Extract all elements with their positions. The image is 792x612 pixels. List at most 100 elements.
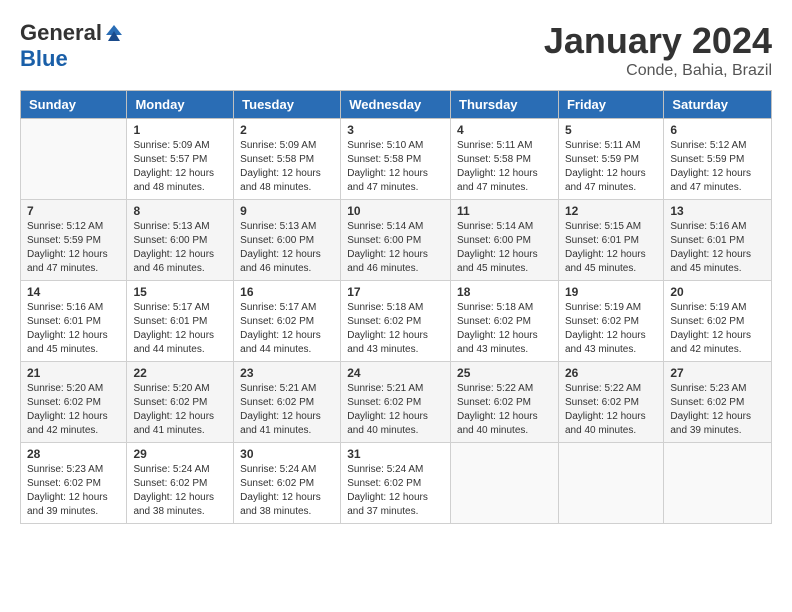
month-title: January 2024 xyxy=(544,20,772,62)
day-info: Sunrise: 5:24 AM Sunset: 6:02 PM Dayligh… xyxy=(347,463,444,519)
calendar-cell: 26 Sunrise: 5:22 AM Sunset: 6:02 PM Dayli… xyxy=(558,362,663,443)
day-info: Sunrise: 5:22 AM Sunset: 6:02 PM Dayligh… xyxy=(565,382,657,438)
day-number: 16 xyxy=(240,285,334,299)
day-info: Sunrise: 5:13 AM Sunset: 6:00 PM Dayligh… xyxy=(133,220,227,276)
day-info: Sunrise: 5:23 AM Sunset: 6:02 PM Dayligh… xyxy=(27,463,120,519)
day-number: 3 xyxy=(347,123,444,137)
calendar-cell: 21 Sunrise: 5:20 AM Sunset: 6:02 PM Dayli… xyxy=(21,362,127,443)
day-number: 20 xyxy=(670,285,765,299)
day-info: Sunrise: 5:17 AM Sunset: 6:02 PM Dayligh… xyxy=(240,301,334,357)
day-number: 15 xyxy=(133,285,227,299)
calendar-cell: 1 Sunrise: 5:09 AM Sunset: 5:57 PM Daylig… xyxy=(127,119,234,200)
calendar-cell: 31 Sunrise: 5:24 AM Sunset: 6:02 PM Dayli… xyxy=(341,443,451,524)
day-info: Sunrise: 5:20 AM Sunset: 6:02 PM Dayligh… xyxy=(27,382,120,438)
day-header-tuesday: Tuesday xyxy=(234,91,341,119)
calendar-cell: 22 Sunrise: 5:20 AM Sunset: 6:02 PM Dayli… xyxy=(127,362,234,443)
day-number: 13 xyxy=(670,204,765,218)
day-number: 22 xyxy=(133,366,227,380)
calendar-cell: 15 Sunrise: 5:17 AM Sunset: 6:01 PM Dayli… xyxy=(127,281,234,362)
calendar-cell: 28 Sunrise: 5:23 AM Sunset: 6:02 PM Dayli… xyxy=(21,443,127,524)
day-info: Sunrise: 5:16 AM Sunset: 6:01 PM Dayligh… xyxy=(670,220,765,276)
day-info: Sunrise: 5:14 AM Sunset: 6:00 PM Dayligh… xyxy=(457,220,552,276)
day-info: Sunrise: 5:24 AM Sunset: 6:02 PM Dayligh… xyxy=(133,463,227,519)
calendar-cell xyxy=(558,443,663,524)
calendar-cell: 27Sunrise: 5:23 AM Sunset: 6:02 PM Dayli… xyxy=(664,362,772,443)
day-number: 14 xyxy=(27,285,120,299)
day-header-saturday: Saturday xyxy=(664,91,772,119)
day-info: Sunrise: 5:11 AM Sunset: 5:59 PM Dayligh… xyxy=(565,139,657,195)
day-info: Sunrise: 5:11 AM Sunset: 5:58 PM Dayligh… xyxy=(457,139,552,195)
calendar-cell: 6Sunrise: 5:12 AM Sunset: 5:59 PM Daylig… xyxy=(664,119,772,200)
day-number: 26 xyxy=(565,366,657,380)
calendar-cell: 18Sunrise: 5:18 AM Sunset: 6:02 PM Dayli… xyxy=(451,281,559,362)
day-info: Sunrise: 5:16 AM Sunset: 6:01 PM Dayligh… xyxy=(27,301,120,357)
day-number: 28 xyxy=(27,447,120,461)
day-info: Sunrise: 5:14 AM Sunset: 6:00 PM Dayligh… xyxy=(347,220,444,276)
calendar-cell: 9 Sunrise: 5:13 AM Sunset: 6:00 PM Daylig… xyxy=(234,200,341,281)
day-number: 19 xyxy=(565,285,657,299)
week-row-5: 28 Sunrise: 5:23 AM Sunset: 6:02 PM Dayli… xyxy=(21,443,772,524)
logo-general-text: General xyxy=(20,20,102,46)
day-info: Sunrise: 5:09 AM Sunset: 5:58 PM Dayligh… xyxy=(240,139,334,195)
day-number: 23 xyxy=(240,366,334,380)
day-info: Sunrise: 5:17 AM Sunset: 6:01 PM Dayligh… xyxy=(133,301,227,357)
day-info: Sunrise: 5:20 AM Sunset: 6:02 PM Dayligh… xyxy=(133,382,227,438)
calendar-cell: 3 Sunrise: 5:10 AM Sunset: 5:58 PM Daylig… xyxy=(341,119,451,200)
week-row-1: 1 Sunrise: 5:09 AM Sunset: 5:57 PM Daylig… xyxy=(21,119,772,200)
calendar-cell: 10 Sunrise: 5:14 AM Sunset: 6:00 PM Dayli… xyxy=(341,200,451,281)
calendar-cell: 16 Sunrise: 5:17 AM Sunset: 6:02 PM Dayli… xyxy=(234,281,341,362)
day-number: 11 xyxy=(457,204,552,218)
calendar-cell: 11 Sunrise: 5:14 AM Sunset: 6:00 PM Dayli… xyxy=(451,200,559,281)
day-number: 2 xyxy=(240,123,334,137)
page-header: General Blue January 2024 Conde, Bahia, … xyxy=(20,20,772,80)
day-info: Sunrise: 5:22 AM Sunset: 6:02 PM Dayligh… xyxy=(457,382,552,438)
day-number: 24 xyxy=(347,366,444,380)
day-number: 17 xyxy=(347,285,444,299)
day-info: Sunrise: 5:10 AM Sunset: 5:58 PM Dayligh… xyxy=(347,139,444,195)
week-row-3: 14 Sunrise: 5:16 AM Sunset: 6:01 PM Dayli… xyxy=(21,281,772,362)
logo: General Blue xyxy=(20,20,124,72)
day-info: Sunrise: 5:09 AM Sunset: 5:57 PM Dayligh… xyxy=(133,139,227,195)
day-number: 25 xyxy=(457,366,552,380)
day-info: Sunrise: 5:12 AM Sunset: 5:59 PM Dayligh… xyxy=(27,220,120,276)
day-number: 7 xyxy=(27,204,120,218)
day-info: Sunrise: 5:24 AM Sunset: 6:02 PM Dayligh… xyxy=(240,463,334,519)
calendar-cell: 25 Sunrise: 5:22 AM Sunset: 6:02 PM Dayli… xyxy=(451,362,559,443)
calendar-cell xyxy=(664,443,772,524)
day-number: 8 xyxy=(133,204,227,218)
day-info: Sunrise: 5:13 AM Sunset: 6:00 PM Dayligh… xyxy=(240,220,334,276)
calendar-cell xyxy=(21,119,127,200)
calendar-cell: 24Sunrise: 5:21 AM Sunset: 6:02 PM Dayli… xyxy=(341,362,451,443)
calendar-cell: 14 Sunrise: 5:16 AM Sunset: 6:01 PM Dayli… xyxy=(21,281,127,362)
calendar-cell: 12Sunrise: 5:15 AM Sunset: 6:01 PM Dayli… xyxy=(558,200,663,281)
day-number: 4 xyxy=(457,123,552,137)
day-number: 21 xyxy=(27,366,120,380)
day-number: 29 xyxy=(133,447,227,461)
day-number: 1 xyxy=(133,123,227,137)
day-number: 10 xyxy=(347,204,444,218)
day-number: 27 xyxy=(670,366,765,380)
day-number: 30 xyxy=(240,447,334,461)
week-row-4: 21 Sunrise: 5:20 AM Sunset: 6:02 PM Dayli… xyxy=(21,362,772,443)
calendar-cell: 30 Sunrise: 5:24 AM Sunset: 6:02 PM Dayli… xyxy=(234,443,341,524)
day-header-sunday: Sunday xyxy=(21,91,127,119)
day-number: 31 xyxy=(347,447,444,461)
day-header-wednesday: Wednesday xyxy=(341,91,451,119)
calendar-cell: 4 Sunrise: 5:11 AM Sunset: 5:58 PM Daylig… xyxy=(451,119,559,200)
day-header-monday: Monday xyxy=(127,91,234,119)
calendar-body: 1 Sunrise: 5:09 AM Sunset: 5:57 PM Daylig… xyxy=(21,119,772,524)
logo-blue-text: Blue xyxy=(20,46,68,72)
calendar-cell: 7 Sunrise: 5:12 AM Sunset: 5:59 PM Daylig… xyxy=(21,200,127,281)
week-row-2: 7 Sunrise: 5:12 AM Sunset: 5:59 PM Daylig… xyxy=(21,200,772,281)
calendar-table: SundayMondayTuesdayWednesdayThursdayFrid… xyxy=(20,90,772,524)
calendar-cell: 5Sunrise: 5:11 AM Sunset: 5:59 PM Daylig… xyxy=(558,119,663,200)
day-number: 6 xyxy=(670,123,765,137)
header-row: SundayMondayTuesdayWednesdayThursdayFrid… xyxy=(21,91,772,119)
calendar-cell: 2 Sunrise: 5:09 AM Sunset: 5:58 PM Daylig… xyxy=(234,119,341,200)
day-number: 18 xyxy=(457,285,552,299)
calendar-cell: 23Sunrise: 5:21 AM Sunset: 6:02 PM Dayli… xyxy=(234,362,341,443)
day-number: 9 xyxy=(240,204,334,218)
day-header-friday: Friday xyxy=(558,91,663,119)
day-header-thursday: Thursday xyxy=(451,91,559,119)
calendar-cell: 13 Sunrise: 5:16 AM Sunset: 6:01 PM Dayli… xyxy=(664,200,772,281)
